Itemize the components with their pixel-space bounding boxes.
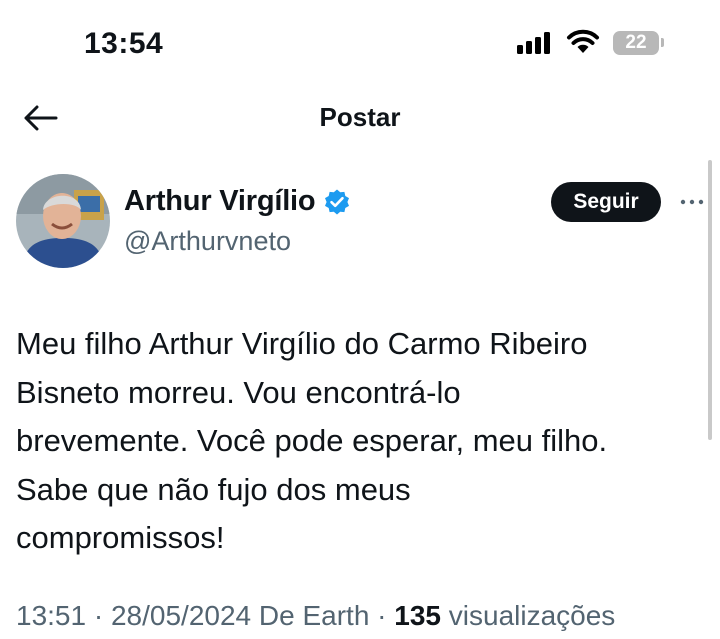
top-nav: Postar <box>0 90 720 150</box>
author-display-name[interactable]: Arthur Virgílio <box>124 185 316 218</box>
battery-indicator: 22 <box>613 31 659 55</box>
avatar-image <box>16 174 110 268</box>
battery-cap <box>661 38 664 47</box>
meta-separator: · <box>93 600 104 631</box>
post-metadata: 13:51 · 28/05/2024 De Earth · 135 visual… <box>16 600 615 632</box>
scrollbar[interactable] <box>708 160 712 440</box>
follow-button[interactable]: Seguir <box>551 182 661 222</box>
verified-badge-icon <box>325 189 350 214</box>
post-time: 13:51 <box>16 600 87 631</box>
wifi-icon <box>567 29 599 53</box>
meta-separator: · <box>377 600 387 631</box>
author-name-row: Arthur Virgílio <box>124 185 351 218</box>
post-date: 28/05/2024 <box>110 600 252 631</box>
status-bar: 13:54 22 <box>0 0 720 90</box>
views-label: visualizações <box>448 600 616 631</box>
post-text: Meu filho Arthur Virgílio do Carmo Ribei… <box>16 326 608 555</box>
cellular-signal-icon <box>517 32 553 54</box>
avatar[interactable] <box>16 174 110 268</box>
views-count: 135 <box>394 600 441 631</box>
page-title: Postar <box>319 102 401 132</box>
post-source: De Earth <box>258 600 370 631</box>
author-handle[interactable]: @Arthurvneto <box>124 226 291 257</box>
status-time: 13:54 <box>84 27 164 60</box>
more-options-icon[interactable] <box>678 190 706 214</box>
